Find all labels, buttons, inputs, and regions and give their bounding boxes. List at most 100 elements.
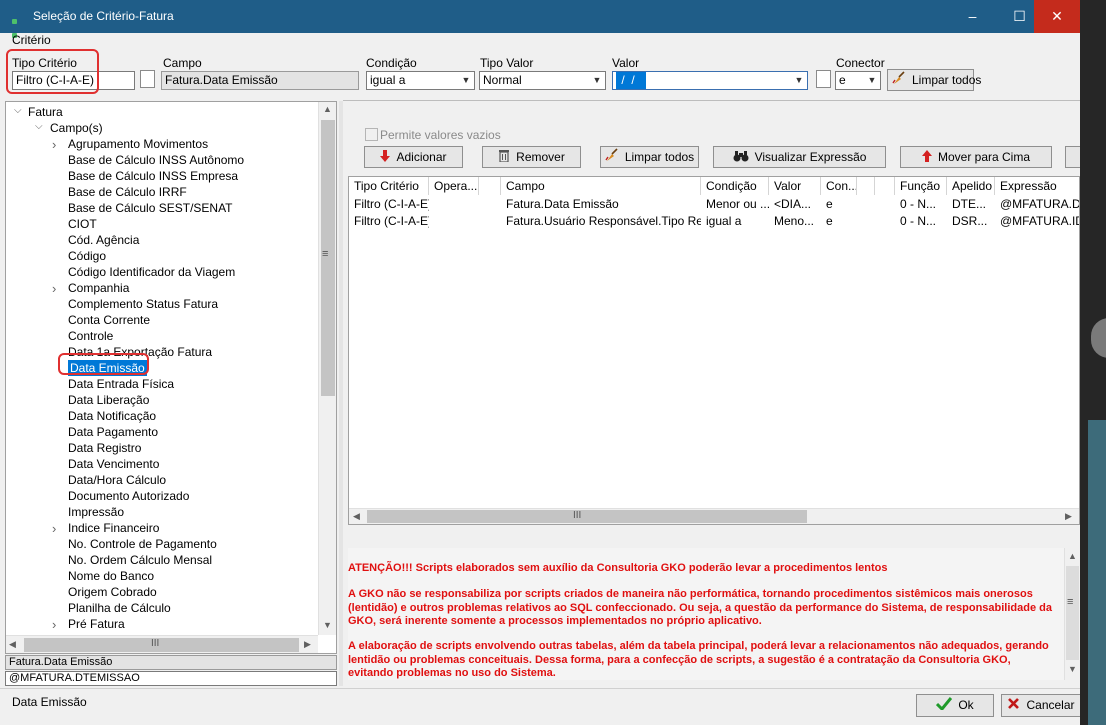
grid-column-header[interactable]: Função	[895, 177, 947, 195]
tree-item[interactable]: Planilha de Cálculo	[68, 600, 171, 616]
visualizar-expressao-button[interactable]: Visualizar Expressão	[713, 146, 886, 168]
chevron-up-icon[interactable]: ▲	[1068, 551, 1077, 561]
tree-horizontal-scrollbar[interactable]: ◀ III ▶	[6, 635, 318, 653]
tree-item[interactable]: Data Pagamento	[68, 424, 158, 440]
tree-item[interactable]: Pré Fatura	[68, 616, 125, 632]
tree-item[interactable]: Data/Hora Cálculo	[68, 472, 166, 488]
minimize-button[interactable]: –	[955, 0, 990, 33]
tree-item[interactable]: Base de Cálculo IRRF	[68, 184, 187, 200]
tree-item[interactable]: Controle	[68, 328, 113, 344]
chevron-down-icon[interactable]: ▼	[864, 72, 880, 89]
tree-item[interactable]: Cód. Agência	[68, 232, 139, 248]
grid-horizontal-scrollbar[interactable]: ◀ III ▶	[349, 508, 1079, 524]
chevron-down-icon[interactable]: ▼	[323, 620, 332, 630]
criteria-grid[interactable]: Tipo Critério Opera... Campo Condição Valor C…	[348, 176, 1080, 525]
tree-item[interactable]: Base de Cálculo INSS Autônomo	[68, 152, 244, 168]
tree-hscroll-thumb[interactable]	[24, 638, 299, 652]
tree-item[interactable]: Companhia	[68, 280, 129, 296]
tree-item[interactable]: Data Liberação	[68, 392, 149, 408]
tree-item[interactable]: Código Identificador da Viagem	[68, 264, 235, 280]
grid-column-header[interactable]	[857, 177, 875, 195]
tree-item[interactable]: CIOT	[68, 216, 97, 232]
chevron-right-icon[interactable]: ▶	[304, 639, 311, 650]
warning-scrollbar[interactable]: ▲ ≡ ▼	[1064, 548, 1080, 680]
tree-expand-icon[interactable]: ›	[52, 521, 56, 536]
mover-para-cima-button[interactable]: Mover para Cima	[900, 146, 1052, 168]
chevron-up-icon[interactable]: ▲	[323, 104, 332, 114]
condicao-value: igual a	[370, 73, 406, 87]
tree-item[interactable]: Código	[68, 248, 106, 264]
table-cell: DSR...	[952, 214, 988, 228]
tree-item[interactable]: Origem Cobrado	[68, 584, 157, 600]
tree-root[interactable]: Fatura	[28, 104, 63, 120]
grid-column-header[interactable]: Campo	[501, 177, 701, 195]
grid-column-header[interactable]	[479, 177, 501, 195]
ok-button[interactable]: Ok	[916, 694, 994, 717]
tree-item[interactable]: Data Registro	[68, 440, 141, 456]
close-button[interactable]: ✕	[1034, 0, 1080, 33]
toolbar-overflow-button[interactable]	[1065, 146, 1080, 168]
chevron-down-icon[interactable]: ▼	[589, 72, 605, 89]
field-tree[interactable]: ⌵ Fatura ⌵ Campo(s) › Agrupamento Movimen…	[5, 101, 337, 654]
checkmark-icon	[936, 696, 953, 716]
grid-column-header[interactable]: Apelido	[947, 177, 995, 195]
tree-item[interactable]: Data Vencimento	[68, 456, 159, 472]
grid-column-header[interactable]: Expressão	[995, 177, 1079, 195]
cancelar-label: Cancelar	[1026, 698, 1075, 712]
limpar-todos-button[interactable]: Limpar todos	[600, 146, 699, 168]
maximize-button[interactable]: ☐	[1002, 0, 1037, 33]
ok-label: Ok	[958, 698, 974, 712]
tree-item[interactable]: Conta Corrente	[68, 312, 150, 328]
tree-item[interactable]: Impressão	[68, 504, 124, 520]
tipo-valor-select[interactable]: Normal ▼	[479, 71, 606, 90]
tipo-criterio-checkbox[interactable]	[140, 70, 155, 88]
tree-vertical-scrollbar[interactable]: ▲ ≡ ▼	[318, 102, 336, 635]
tree-item[interactable]: Agrupamento Movimentos	[68, 136, 208, 152]
limpar-todos-top-button[interactable]: Limpar todos	[887, 69, 981, 91]
tree-item[interactable]: No. Ordem Cálculo Mensal	[68, 552, 212, 568]
chevron-left-icon[interactable]: ◀	[9, 639, 16, 650]
grid-column-header[interactable]: Tipo Critério	[349, 177, 429, 195]
permite-vazios-checkbox[interactable]	[365, 128, 378, 141]
tree-collapse-icon[interactable]: ⌵	[35, 121, 43, 132]
grid-column-header[interactable]: Condição	[701, 177, 769, 195]
tree-collapse-icon[interactable]: ⌵	[14, 105, 22, 116]
tree-item[interactable]: Base de Cálculo INSS Empresa	[68, 168, 238, 184]
conector-select[interactable]: e ▼	[835, 71, 881, 90]
chevron-right-icon[interactable]: ▶	[1065, 511, 1072, 522]
valor-checkbox[interactable]	[816, 70, 831, 88]
tree-group[interactable]: Campo(s)	[50, 120, 103, 136]
chevron-down-icon[interactable]: ▼	[1068, 664, 1077, 674]
adicionar-button[interactable]: Adicionar	[364, 146, 463, 168]
tree-item[interactable]: Indice Financeiro	[68, 520, 159, 536]
binoculars-icon	[733, 148, 749, 168]
tree-item[interactable]: No. Controle de Pagamento	[68, 536, 217, 552]
tree-item[interactable]: Base de Cálculo SEST/SENAT	[68, 200, 233, 216]
tree-item[interactable]: Complemento Status Fatura	[68, 296, 218, 312]
tree-expand-icon[interactable]: ›	[52, 137, 56, 152]
grid-hscroll-thumb[interactable]	[367, 510, 807, 523]
trash-icon	[498, 148, 510, 168]
panel-splitter[interactable]	[339, 101, 343, 686]
grid-column-header[interactable]: Con...	[821, 177, 857, 195]
tree-item[interactable]: Data Notificação	[68, 408, 156, 424]
tree-item[interactable]: Data Entrada Física	[68, 376, 174, 392]
tree-item[interactable]: Documento Autorizado	[68, 488, 189, 504]
cancelar-button[interactable]: Cancelar	[1001, 694, 1080, 717]
highlight-box-tipo-criterio	[6, 49, 99, 94]
chevron-down-icon[interactable]: ▼	[791, 72, 807, 89]
tree-expand-icon[interactable]: ›	[52, 617, 56, 632]
condicao-select[interactable]: igual a ▼	[366, 71, 475, 90]
warning-scroll-thumb[interactable]	[1066, 566, 1079, 660]
tree-item[interactable]: Nome do Banco	[68, 568, 154, 584]
grid-column-header[interactable]: Valor	[769, 177, 821, 195]
remover-button[interactable]: Remover	[482, 146, 581, 168]
grid-column-header[interactable]: Opera...	[429, 177, 479, 195]
tree-expand-icon[interactable]: ›	[52, 281, 56, 296]
chevron-down-icon[interactable]: ▼	[458, 72, 474, 89]
valor-label: Valor	[612, 56, 640, 70]
chevron-left-icon[interactable]: ◀	[353, 511, 360, 522]
campo-field[interactable]: Fatura.Data Emissão	[161, 71, 359, 90]
grid-column-header[interactable]	[875, 177, 895, 195]
valor-input[interactable]: / / ▼	[612, 71, 808, 90]
